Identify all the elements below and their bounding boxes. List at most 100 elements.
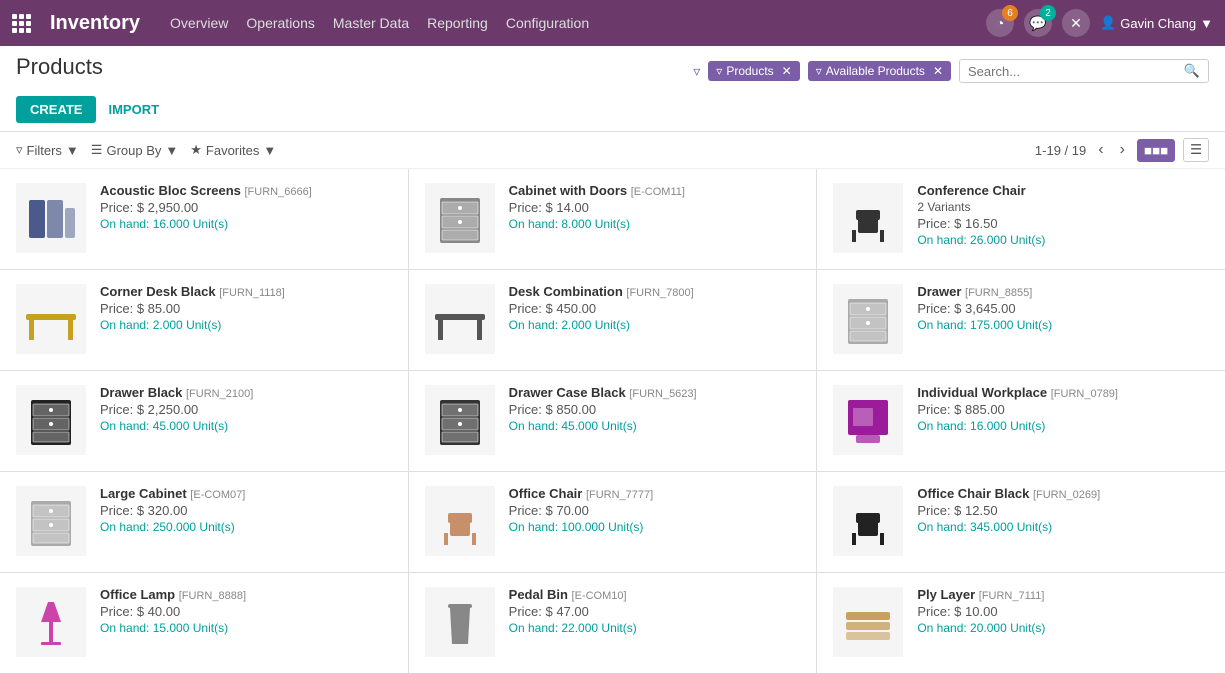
next-page-button[interactable]: › bbox=[1116, 141, 1129, 159]
star-icon: ★ bbox=[190, 142, 202, 158]
product-card[interactable]: Acoustic Bloc Screens [FURN_6666]Price: … bbox=[0, 169, 408, 269]
product-name: Office Chair [FURN_7777] bbox=[509, 486, 801, 501]
product-onhand: On hand: 175.000 Unit(s) bbox=[917, 318, 1209, 332]
user-menu[interactable]: 👤 Gavin Chang ▼ bbox=[1100, 15, 1213, 31]
group-by-button[interactable]: ☰ Group By ▼ bbox=[91, 142, 178, 158]
product-card[interactable]: Office Lamp [FURN_8888]Price: $ 40.00On … bbox=[0, 573, 408, 673]
apps-icon[interactable] bbox=[12, 14, 30, 33]
product-variants: 2 Variants bbox=[917, 200, 1209, 214]
product-info: Drawer Case Black [FURN_5623]Price: $ 85… bbox=[509, 385, 801, 433]
messages-badge: 2 bbox=[1040, 5, 1056, 21]
user-name: Gavin Chang bbox=[1120, 16, 1196, 31]
search-box[interactable]: 🔍 bbox=[959, 59, 1209, 83]
product-code: [E-COM10] bbox=[572, 590, 627, 602]
product-info: Corner Desk Black [FURN_1118]Price: $ 85… bbox=[100, 284, 392, 332]
filter-remove-available[interactable]: ✕ bbox=[933, 64, 943, 78]
product-info: Acoustic Bloc Screens [FURN_6666]Price: … bbox=[100, 183, 392, 231]
product-onhand: On hand: 45.000 Unit(s) bbox=[100, 419, 392, 433]
product-image bbox=[833, 486, 903, 556]
filter-remove-products[interactable]: ✕ bbox=[782, 64, 792, 78]
search-input[interactable] bbox=[968, 64, 1180, 79]
favorites-button[interactable]: ★ Favorites ▼ bbox=[190, 142, 276, 158]
nav-overview[interactable]: Overview bbox=[170, 11, 228, 35]
product-name: Drawer [FURN_8855] bbox=[917, 284, 1209, 299]
import-button[interactable]: IMPORT bbox=[104, 96, 163, 123]
messages-icon[interactable]: 💬 2 bbox=[1024, 9, 1052, 37]
product-image bbox=[833, 183, 903, 253]
product-price: Price: $ 3,645.00 bbox=[917, 301, 1209, 316]
product-card[interactable]: Ply Layer [FURN_7111]Price: $ 10.00On ha… bbox=[817, 573, 1225, 673]
activity-badge: 6 bbox=[1002, 5, 1018, 21]
list-view-button[interactable]: ☰ bbox=[1183, 138, 1209, 162]
nav-master-data[interactable]: Master Data bbox=[333, 11, 409, 35]
toolbar2-right: 1-19 / 19 ‹ › ■■■ ☰ bbox=[1035, 138, 1209, 162]
product-name: Office Lamp [FURN_8888] bbox=[100, 587, 392, 602]
product-onhand: On hand: 2.000 Unit(s) bbox=[509, 318, 801, 332]
filter-tag-products: ▿ Products ✕ bbox=[708, 61, 799, 81]
navbar-right: ◔ 6 💬 2 ✕ 👤 Gavin Chang ▼ bbox=[986, 9, 1213, 37]
product-code: [FURN_8888] bbox=[179, 590, 246, 602]
product-card[interactable]: Individual Workplace [FURN_0789]Price: $… bbox=[817, 371, 1225, 471]
product-card[interactable]: Drawer Case Black [FURN_5623]Price: $ 85… bbox=[409, 371, 817, 471]
nav-reporting[interactable]: Reporting bbox=[427, 11, 488, 35]
product-card[interactable]: Office Chair Black [FURN_0269] Price: $ 1… bbox=[817, 472, 1225, 572]
filter-icon-available: ▿ bbox=[816, 64, 822, 78]
filters-button[interactable]: ▿ Filters ▼ bbox=[16, 142, 79, 158]
activity-icon[interactable]: ◔ 6 bbox=[986, 9, 1014, 37]
product-code: [FURN_0269] bbox=[1033, 489, 1100, 501]
product-info: Office Lamp [FURN_8888]Price: $ 40.00On … bbox=[100, 587, 392, 635]
product-onhand: On hand: 345.000 Unit(s) bbox=[917, 520, 1209, 534]
close-icon[interactable]: ✕ bbox=[1062, 9, 1090, 37]
product-card[interactable]: Drawer Black [FURN_2100]Price: $ 2,250.0… bbox=[0, 371, 408, 471]
product-name: Drawer Case Black [FURN_5623] bbox=[509, 385, 801, 400]
product-price: Price: $ 12.50 bbox=[917, 503, 1209, 518]
group-by-chevron: ▼ bbox=[165, 143, 178, 158]
product-onhand: On hand: 45.000 Unit(s) bbox=[509, 419, 801, 433]
product-info: Drawer [FURN_8855] Price: $ 3,645.00 On ha… bbox=[917, 284, 1209, 332]
product-image bbox=[833, 587, 903, 657]
product-card[interactable]: Corner Desk Black [FURN_1118]Price: $ 85… bbox=[0, 270, 408, 370]
nav-configuration[interactable]: Configuration bbox=[506, 11, 589, 35]
group-by-label: Group By bbox=[106, 143, 161, 158]
filter-bar: ▿ ▿ Products ✕ ▿ Available Products ✕ 🔍 bbox=[693, 59, 1209, 83]
product-info: Office Chair [FURN_7777]Price: $ 70.00On… bbox=[509, 486, 801, 534]
action-toolbar: CREATE IMPORT bbox=[16, 96, 1209, 123]
product-code: [FURN_2100] bbox=[186, 388, 253, 400]
create-button[interactable]: CREATE bbox=[16, 96, 96, 123]
product-info: Drawer Black [FURN_2100]Price: $ 2,250.0… bbox=[100, 385, 392, 433]
product-card[interactable]: Pedal Bin [E-COM10]Price: $ 47.00On hand… bbox=[409, 573, 817, 673]
page-title: Products bbox=[16, 54, 103, 80]
product-name: Pedal Bin [E-COM10] bbox=[509, 587, 801, 602]
product-card[interactable]: Desk Combination [FURN_7800]Price: $ 450… bbox=[409, 270, 817, 370]
product-info: Desk Combination [FURN_7800]Price: $ 450… bbox=[509, 284, 801, 332]
product-price: Price: $ 2,950.00 bbox=[100, 200, 392, 215]
product-image bbox=[425, 284, 495, 354]
nav-operations[interactable]: Operations bbox=[246, 11, 314, 35]
product-price: Price: $ 885.00 bbox=[917, 402, 1209, 417]
product-info: Large Cabinet [E-COM07]Price: $ 320.00On… bbox=[100, 486, 392, 534]
filter-icon-products: ▿ bbox=[716, 64, 722, 78]
product-name: Large Cabinet [E-COM07] bbox=[100, 486, 392, 501]
product-code: [FURN_5623] bbox=[629, 388, 696, 400]
product-price: Price: $ 10.00 bbox=[917, 604, 1209, 619]
product-onhand: On hand: 8.000 Unit(s) bbox=[509, 217, 801, 231]
product-onhand: On hand: 16.000 Unit(s) bbox=[100, 217, 392, 231]
user-avatar-icon: 👤 bbox=[1100, 15, 1116, 31]
product-card[interactable]: Office Chair [FURN_7777]Price: $ 70.00On… bbox=[409, 472, 817, 572]
product-card[interactable]: Drawer [FURN_8855] Price: $ 3,645.00 On ha… bbox=[817, 270, 1225, 370]
product-name: Office Chair Black [FURN_0269] bbox=[917, 486, 1209, 501]
product-name: Desk Combination [FURN_7800] bbox=[509, 284, 801, 299]
product-price: Price: $ 2,250.00 bbox=[100, 402, 392, 417]
product-card[interactable]: Large Cabinet [E-COM07]Price: $ 320.00On… bbox=[0, 472, 408, 572]
product-code: [FURN_7800] bbox=[626, 287, 693, 299]
product-card[interactable]: Conference Chair2 VariantsPrice: $ 16.50… bbox=[817, 169, 1225, 269]
product-price: Price: $ 70.00 bbox=[509, 503, 801, 518]
product-code: [E-COM11] bbox=[631, 186, 685, 198]
product-code: [FURN_7777] bbox=[586, 489, 653, 501]
product-card[interactable]: Cabinet with Doors [E-COM11]Price: $ 14.… bbox=[409, 169, 817, 269]
prev-page-button[interactable]: ‹ bbox=[1094, 141, 1107, 159]
product-image bbox=[833, 385, 903, 455]
product-code: [E-COM07] bbox=[190, 489, 245, 501]
grid-view-button[interactable]: ■■■ bbox=[1137, 139, 1175, 162]
favorites-chevron: ▼ bbox=[263, 143, 276, 158]
